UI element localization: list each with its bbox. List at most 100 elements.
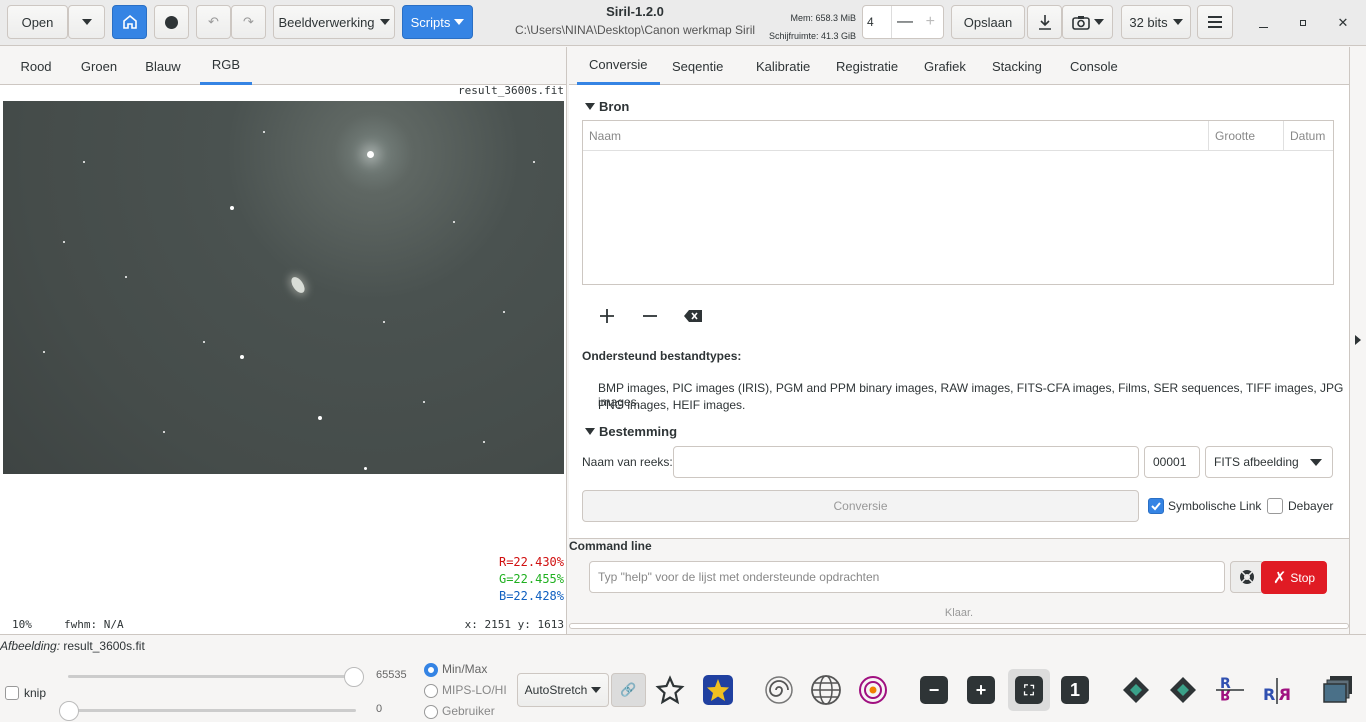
zoom-100-button[interactable]: 1 [1056, 669, 1094, 711]
sequence-name-input[interactable] [673, 446, 1139, 478]
convert-button[interactable]: Conversie [582, 490, 1139, 522]
expand-icon [585, 103, 595, 110]
tab-red[interactable]: Rood [10, 47, 62, 85]
astro-image[interactable] [3, 101, 564, 474]
open-recent-button[interactable] [68, 5, 105, 39]
command-input[interactable]: Typ "help" voor de lijst met ondersteund… [589, 561, 1225, 593]
zoom-fit-button[interactable]: ⛶ [1008, 669, 1050, 711]
globe-icon [811, 675, 841, 705]
threads-spinner[interactable]: 4 — + [862, 5, 944, 39]
checkbox-unchecked-icon [1267, 498, 1283, 514]
resource-info: Mem: 658.3 MiB Schijfruimte: 41.3 GiB [764, 9, 856, 45]
rotate-left-button[interactable] [1117, 669, 1155, 711]
header-bar: Open ↶ ↷ Beeldverwerking Scripts Siril-1… [0, 0, 1366, 46]
open-button[interactable]: Open [7, 5, 68, 39]
maximize-button[interactable] [1293, 13, 1313, 33]
image-statusbar: 10% fwhm: N/A x: 2151 y: 1613 [0, 616, 566, 634]
clip-checkbox[interactable]: knip [5, 686, 46, 700]
radio-mips[interactable]: MIPS-LO/HI [424, 683, 507, 698]
source-section-toggle[interactable]: Bron [585, 99, 629, 114]
photometry-button[interactable] [854, 669, 892, 711]
minimize-button[interactable] [1253, 13, 1273, 33]
destination-section-toggle[interactable]: Bestemming [585, 424, 677, 439]
high-slider-track[interactable] [68, 675, 356, 678]
tab-rgb[interactable]: RGB [200, 47, 252, 85]
star [383, 321, 385, 323]
rotate-right-button[interactable] [1164, 669, 1202, 711]
hamburger-icon [1208, 16, 1222, 28]
save-as-button[interactable] [1027, 5, 1062, 39]
livestack-button[interactable] [154, 5, 189, 39]
astrometry-button[interactable] [807, 669, 845, 711]
clear-files-button[interactable] [680, 303, 706, 329]
chevron-right-icon [1355, 335, 1361, 345]
scripts-label: Scripts [410, 14, 451, 30]
column-date[interactable]: Datum [1283, 121, 1335, 151]
image-processing-label: Beeldverwerking [278, 14, 375, 30]
zoom-in-button[interactable]: + [962, 669, 1000, 711]
tab-conversion[interactable]: Conversie [577, 47, 660, 85]
output-format-select[interactable]: FITS afbeelding [1205, 446, 1333, 478]
stretch-mode-select[interactable]: AutoStretch [517, 673, 609, 707]
tab-stacking[interactable]: Stacking [992, 47, 1042, 85]
output-format-value: FITS afbeelding [1214, 455, 1299, 469]
star [63, 241, 65, 243]
plus-icon[interactable]: + [918, 6, 943, 38]
chevron-down-icon [1093, 19, 1104, 25]
link-channels-button[interactable]: 🔗 [611, 673, 646, 707]
star [240, 355, 244, 359]
galaxy-tool-button[interactable] [760, 669, 798, 711]
minus-icon[interactable]: — [892, 6, 917, 38]
radio-minmax[interactable]: Min/Max [424, 662, 487, 677]
rotate-left-icon [1123, 677, 1149, 703]
mirror-x-button[interactable]: RR [1211, 669, 1249, 711]
image-processing-menu[interactable]: Beeldverwerking [273, 5, 395, 39]
mirror-y-button[interactable]: RR [1258, 669, 1296, 711]
tab-console[interactable]: Console [1070, 47, 1118, 85]
tab-green[interactable]: Groen [72, 47, 126, 85]
remove-files-button[interactable] [637, 303, 663, 329]
tab-calibration[interactable]: Kalibratie [756, 47, 810, 85]
destination-title: Bestemming [599, 424, 678, 439]
star-finder-button[interactable] [651, 669, 689, 711]
siril-window: Open ↶ ↷ Beeldverwerking Scripts Siril-1… [0, 0, 1366, 722]
undo-button[interactable]: ↶ [196, 5, 231, 39]
tab-sequence[interactable]: Seqentie [672, 47, 723, 85]
low-slider-handle[interactable] [59, 701, 79, 721]
target-icon [859, 676, 887, 704]
column-size[interactable]: Grootte [1208, 121, 1283, 151]
panel-collapse-strip[interactable] [1349, 47, 1366, 634]
home-icon [122, 14, 137, 29]
low-slider-track[interactable] [68, 709, 356, 712]
source-file-list[interactable]: Naam Grootte Datum [582, 120, 1334, 285]
redo-button[interactable]: ↷ [231, 5, 266, 39]
tab-plot[interactable]: Grafiek [924, 47, 966, 85]
help-button[interactable] [1230, 561, 1264, 593]
current-image-info: Afbeelding: result_3600s.fit [0, 639, 145, 653]
column-name[interactable]: Naam [583, 121, 1208, 151]
scripts-menu[interactable]: Scripts [402, 5, 473, 39]
main-menu-button[interactable] [1197, 5, 1233, 39]
mirror-x-icon: RR [1216, 676, 1244, 702]
chevron-down-icon [1172, 19, 1183, 25]
debayer-checkbox[interactable]: Debayer [1267, 498, 1333, 514]
tab-blue[interactable]: Blauw [136, 47, 190, 85]
add-files-button[interactable] [594, 303, 620, 329]
chevron-down-icon [591, 687, 602, 693]
high-slider-handle[interactable] [344, 667, 364, 687]
sequence-start-number[interactable]: 00001 [1144, 446, 1200, 478]
home-button[interactable] [112, 5, 147, 39]
symlink-checkbox[interactable]: Symbolische Link [1148, 498, 1261, 514]
image-list-button[interactable] [1319, 669, 1357, 711]
bit-depth-menu[interactable]: 32 bits [1121, 5, 1191, 39]
radio-user[interactable]: Gebruiker [424, 704, 495, 719]
stop-button[interactable]: ✗ Stop [1261, 561, 1327, 594]
snapshot-button[interactable] [1062, 5, 1113, 39]
zoom-out-button[interactable]: − [915, 669, 953, 711]
close-button[interactable]: ✕ [1333, 13, 1353, 33]
maximize-icon [1300, 20, 1306, 26]
color-star-button[interactable] [699, 669, 737, 711]
command-line-label: Command line [569, 539, 652, 553]
tab-registration[interactable]: Registratie [836, 47, 898, 85]
save-button[interactable]: Opslaan [951, 5, 1025, 39]
